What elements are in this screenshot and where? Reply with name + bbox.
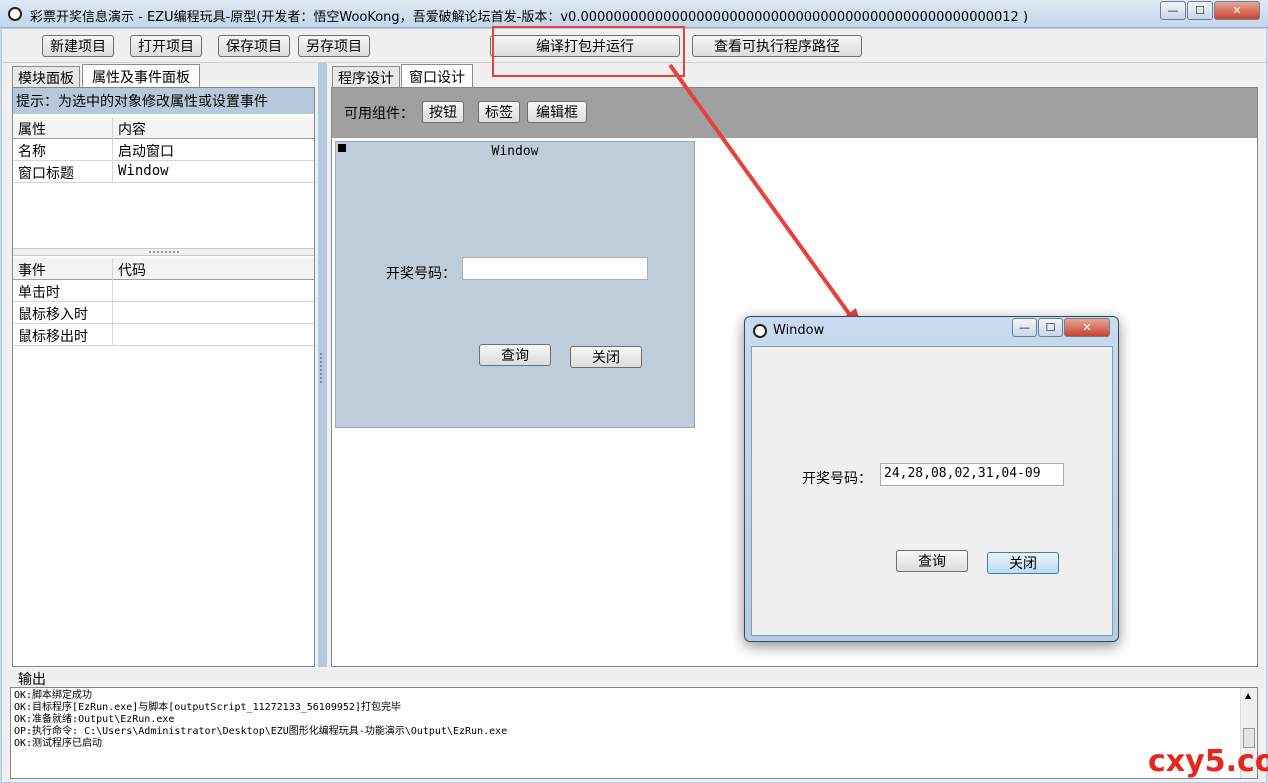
components-label: 可用组件： — [344, 106, 414, 122]
output-line: OK:准备就绪:Output\EzRun.exe — [14, 714, 175, 725]
output-label: 输出 — [18, 672, 46, 688]
scroll-up-icon[interactable]: ▲ — [1245, 691, 1251, 700]
header-event: 事件 — [13, 258, 113, 280]
runtime-close-button[interactable]: ✕ — [1064, 318, 1110, 337]
event-name: 单击时 — [13, 280, 113, 302]
add-label-component[interactable]: 标签 — [478, 101, 520, 123]
runtime-query-button[interactable]: 查询 — [896, 550, 968, 572]
save-as-button[interactable]: 另存项目 — [298, 35, 370, 57]
watermark: cxy5.com — [1148, 744, 1268, 779]
events-grid: 事件 代码 单击时 鼠标移入时 鼠标移出时 — [13, 258, 314, 458]
table-row[interactable]: 单击时 — [13, 280, 314, 302]
save-project-button[interactable]: 保存项目 — [218, 35, 290, 57]
runtime-minimize-button[interactable]: — — [1012, 318, 1037, 337]
runtime-close-form-button[interactable]: 关闭 — [987, 552, 1059, 574]
splitter-handle[interactable] — [13, 248, 314, 256]
output-console[interactable]: OK:脚本绑定成功 OK:目标程序[EzRun.exe]与脚本[outputSc… — [10, 687, 1258, 779]
output-line: OK:脚本绑定成功 — [14, 690, 93, 701]
table-row[interactable]: 鼠标移入时 — [13, 302, 314, 324]
output-line: OK:目标程序[EzRun.exe]与脚本[outputScript_11272… — [14, 702, 401, 713]
grip-icon — [320, 353, 324, 383]
design-close-button[interactable]: 关闭 — [570, 346, 642, 368]
prop-value[interactable]: Window — [114, 161, 173, 183]
open-project-button[interactable]: 打开项目 — [130, 35, 202, 57]
event-code[interactable] — [114, 302, 122, 324]
design-field-input[interactable] — [462, 257, 648, 280]
tab-module-panel[interactable]: 模块面板 — [12, 66, 80, 88]
props-events-panel: 提示：为选中的对象修改属性或设置事件 属性 内容 名称 启动窗口 窗口标题 Wi… — [12, 87, 315, 667]
hint-bar: 提示：为选中的对象修改属性或设置事件 — [13, 88, 314, 114]
event-code[interactable] — [114, 324, 122, 346]
design-form-title: Window — [491, 144, 539, 159]
grip-icon — [149, 251, 179, 254]
runtime-window-title: Window — [773, 323, 825, 338]
event-name: 鼠标移入时 — [13, 302, 113, 324]
new-project-button[interactable]: 新建项目 — [42, 35, 114, 57]
events-header: 事件 代码 — [13, 258, 314, 280]
properties-header: 属性 内容 — [13, 117, 314, 139]
runtime-field-label: 开奖号码： — [802, 471, 872, 487]
design-form[interactable]: Window 开奖号码： 查询 关闭 — [335, 141, 695, 428]
app-icon — [753, 324, 767, 338]
view-exe-path-button[interactable]: 查看可执行程序路径 — [692, 35, 862, 57]
table-row[interactable]: 窗口标题 Window — [13, 161, 314, 183]
app-icon — [8, 7, 22, 21]
tab-program-design[interactable]: 程序设计 — [332, 66, 400, 88]
add-editbox-component[interactable]: 编辑框 — [527, 101, 587, 123]
highlight-box — [492, 26, 685, 77]
maximize-button[interactable]: ☐ — [1187, 1, 1213, 20]
arrow-line — [668, 63, 852, 317]
annotation-arrow — [668, 63, 865, 338]
header-content: 内容 — [118, 122, 146, 138]
prop-name: 名称 — [13, 139, 113, 161]
runtime-field-input[interactable]: 24,28,08,02,31,04-09 — [880, 463, 1064, 486]
prop-value[interactable]: 启动窗口 — [114, 139, 178, 161]
properties-grid: 属性 内容 名称 启动窗口 窗口标题 Window — [13, 117, 314, 249]
output-line: OK:测试程序已启动 — [14, 738, 103, 749]
tab-props-panel[interactable]: 属性及事件面板 — [82, 64, 200, 88]
close-button[interactable]: ✕ — [1214, 1, 1260, 20]
event-name: 鼠标移出时 — [13, 324, 113, 346]
add-button-component[interactable]: 按钮 — [422, 101, 464, 123]
title-bar: 彩票开奖信息演示 - EZU编程玩具-原型(开发者：悟空WooKong，吾爱破解… — [0, 0, 1268, 28]
minimize-button[interactable]: — — [1160, 1, 1186, 20]
table-row[interactable]: 名称 启动窗口 — [13, 139, 314, 161]
header-code: 代码 — [118, 263, 146, 279]
vertical-splitter[interactable] — [318, 63, 327, 667]
design-query-button[interactable]: 查询 — [479, 344, 551, 366]
runtime-maximize-button[interactable]: ☐ — [1038, 318, 1063, 337]
output-line: OP:执行命令: C:\Users\Administrator\Desktop\… — [14, 726, 508, 737]
design-field-label[interactable]: 开奖号码： — [386, 263, 456, 283]
output-lines: OK:脚本绑定成功 OK:目标程序[EzRun.exe]与脚本[outputSc… — [14, 690, 507, 750]
tab-window-design[interactable]: 窗口设计 — [401, 64, 473, 88]
event-code[interactable] — [114, 280, 122, 302]
prop-name: 窗口标题 — [13, 161, 113, 183]
runtime-window[interactable]: Window — ☐ ✕ 开奖号码： 24,28,08,02,31,04-09 … — [744, 316, 1119, 642]
window-title: 彩票开奖信息演示 - EZU编程玩具-原型(开发者：悟空WooKong，吾爱破解… — [30, 10, 1029, 25]
table-row[interactable]: 鼠标移出时 — [13, 324, 314, 346]
header-property: 属性 — [13, 117, 113, 139]
runtime-client: 开奖号码： 24,28,08,02,31,04-09 查询 关闭 — [751, 346, 1113, 636]
